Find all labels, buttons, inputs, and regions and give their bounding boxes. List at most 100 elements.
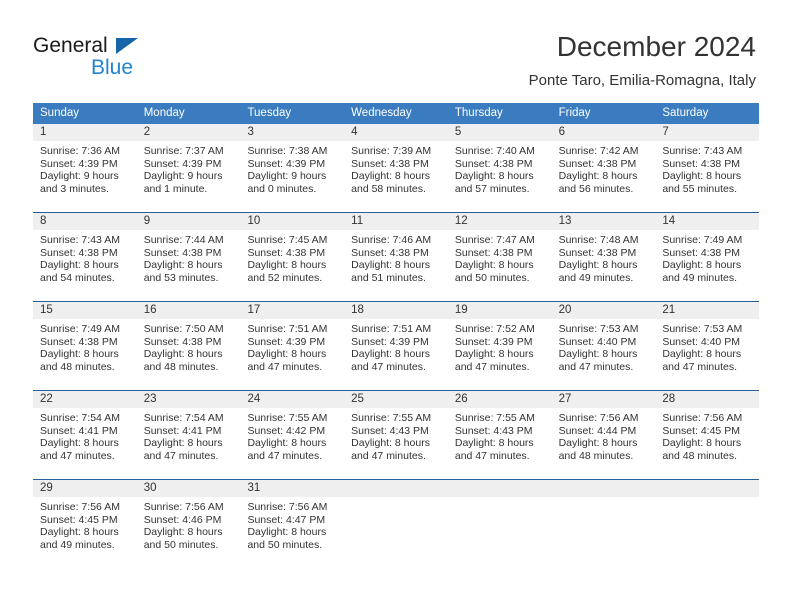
daylight-text-line2: and 47 minutes. xyxy=(558,360,634,373)
daylight-text-line2: and 47 minutes. xyxy=(247,360,323,373)
day-cell[interactable]: 23 Sunrise: 7:54 AM Sunset: 4:41 PM Dayl… xyxy=(136,391,241,474)
day-details xyxy=(448,497,552,563)
day-details: Sunrise: 7:44 AM Sunset: 4:38 PM Dayligh… xyxy=(137,230,241,296)
day-cell[interactable]: 16 Sunrise: 7:50 AM Sunset: 4:38 PM Dayl… xyxy=(136,302,241,385)
daylight-text-line2: and 47 minutes. xyxy=(351,360,426,373)
daylight-text-line1: Daylight: 8 hours xyxy=(247,437,327,450)
day-cell[interactable]: 31 Sunrise: 7:56 AM Sunset: 4:47 PM Dayl… xyxy=(240,480,345,563)
sunset-text: Sunset: 4:43 PM xyxy=(454,424,533,437)
daylight-text-line1: Daylight: 8 hours xyxy=(351,437,430,450)
day-number: 25 xyxy=(344,391,448,408)
daylight-text-line2: and 48 minutes. xyxy=(558,449,634,462)
day-cell[interactable]: 25 Sunrise: 7:55 AM Sunset: 4:43 PM Dayl… xyxy=(344,391,448,474)
day-cell[interactable]: 3 Sunrise: 7:38 AM Sunset: 4:39 PM Dayli… xyxy=(240,124,345,207)
day-cell[interactable]: 11 Sunrise: 7:46 AM Sunset: 4:38 PM Dayl… xyxy=(344,213,448,296)
day-cell[interactable]: 12 Sunrise: 7:47 AM Sunset: 4:38 PM Dayl… xyxy=(447,213,552,296)
sunrise-text: Sunrise: 7:40 AM xyxy=(454,145,535,157)
day-details xyxy=(655,497,759,563)
day-details: Sunrise: 7:39 AM Sunset: 4:38 PM Dayligh… xyxy=(344,141,448,207)
sunrise-text: Sunrise: 7:48 AM xyxy=(558,234,639,246)
day-cell[interactable]: 27 Sunrise: 7:56 AM Sunset: 4:44 PM Dayl… xyxy=(551,391,656,474)
sunset-text: Sunset: 4:38 PM xyxy=(662,246,740,259)
day-cell[interactable]: 7 Sunrise: 7:43 AM Sunset: 4:38 PM Dayli… xyxy=(655,124,760,207)
weekday-thursday: Thursday xyxy=(454,107,503,119)
day-cell[interactable]: 22 Sunrise: 7:54 AM Sunset: 4:41 PM Dayl… xyxy=(33,391,137,474)
day-number: 27 xyxy=(551,391,656,408)
day-cell[interactable]: 17 Sunrise: 7:51 AM Sunset: 4:39 PM Dayl… xyxy=(240,302,345,385)
sunrise-text: Sunrise: 7:49 AM xyxy=(662,234,743,246)
day-number: 3 xyxy=(240,124,345,141)
daylight-text-line2: and 57 minutes. xyxy=(454,182,530,195)
day-cell[interactable]: 28 Sunrise: 7:56 AM Sunset: 4:45 PM Dayl… xyxy=(655,391,760,474)
sunrise-text: Sunrise: 7:45 AM xyxy=(247,234,328,246)
daylight-text-line2: and 55 minutes. xyxy=(662,182,738,195)
day-number: 19 xyxy=(447,302,552,319)
day-number: 7 xyxy=(655,124,760,141)
day-number: 29 xyxy=(33,480,137,497)
day-cell-empty xyxy=(344,480,448,563)
daylight-text-line1: Daylight: 8 hours xyxy=(40,348,119,361)
day-cell[interactable]: 14 Sunrise: 7:49 AM Sunset: 4:38 PM Dayl… xyxy=(655,213,760,296)
day-cell[interactable]: 1 Sunrise: 7:36 AM Sunset: 4:39 PM Dayli… xyxy=(33,124,137,207)
sunrise-text: Sunrise: 7:54 AM xyxy=(143,412,224,424)
day-cell[interactable]: 19 Sunrise: 7:52 AM Sunset: 4:39 PM Dayl… xyxy=(447,302,552,385)
day-number: 8 xyxy=(33,213,137,230)
weekday-saturday: Saturday xyxy=(662,107,709,119)
day-cell[interactable]: 29 Sunrise: 7:56 AM Sunset: 4:45 PM Dayl… xyxy=(33,480,137,563)
day-cell[interactable]: 13 Sunrise: 7:48 AM Sunset: 4:38 PM Dayl… xyxy=(551,213,656,296)
sunrise-text: Sunrise: 7:43 AM xyxy=(662,145,743,157)
sunset-text: Sunset: 4:38 PM xyxy=(351,157,429,170)
day-number: 9 xyxy=(136,213,241,230)
weekday-header-row: Sunday Monday Tuesday Wednesday Thursday… xyxy=(33,103,759,124)
day-cell[interactable]: 24 Sunrise: 7:55 AM Sunset: 4:42 PM Dayl… xyxy=(240,391,345,474)
title-block: December 2024 Ponte Taro, Emilia-Romagna… xyxy=(529,30,756,92)
sunrise-text: Sunrise: 7:44 AM xyxy=(143,234,224,246)
daylight-text-line2: and 47 minutes. xyxy=(454,449,530,462)
sunrise-text: Sunrise: 7:49 AM xyxy=(40,323,120,335)
day-cell[interactable]: 4 Sunrise: 7:39 AM Sunset: 4:38 PM Dayli… xyxy=(344,124,448,207)
sunset-text: Sunset: 4:41 PM xyxy=(143,424,222,437)
daylight-text-line2: and 54 minutes. xyxy=(40,271,115,284)
daylight-text-line1: Daylight: 8 hours xyxy=(558,348,638,361)
day-cell[interactable]: 10 Sunrise: 7:45 AM Sunset: 4:38 PM Dayl… xyxy=(240,213,345,296)
day-cell[interactable]: 6 Sunrise: 7:42 AM Sunset: 4:38 PM Dayli… xyxy=(551,124,656,207)
day-cell[interactable]: 15 Sunrise: 7:49 AM Sunset: 4:38 PM Dayl… xyxy=(33,302,137,385)
sunrise-text: Sunrise: 7:53 AM xyxy=(558,323,639,335)
daylight-text-line1: Daylight: 8 hours xyxy=(40,526,119,539)
day-cell[interactable]: 18 Sunrise: 7:51 AM Sunset: 4:39 PM Dayl… xyxy=(344,302,448,385)
day-number xyxy=(447,480,552,497)
sunrise-text: Sunrise: 7:42 AM xyxy=(558,145,639,157)
day-details: Sunrise: 7:43 AM Sunset: 4:38 PM Dayligh… xyxy=(33,230,137,296)
day-cell[interactable]: 26 Sunrise: 7:55 AM Sunset: 4:43 PM Dayl… xyxy=(447,391,552,474)
day-cell[interactable]: 20 Sunrise: 7:53 AM Sunset: 4:40 PM Dayl… xyxy=(551,302,656,385)
blue-triangle-icon xyxy=(116,38,138,54)
logo-text-blue: Blue xyxy=(91,56,134,79)
day-cell[interactable]: 5 Sunrise: 7:40 AM Sunset: 4:38 PM Dayli… xyxy=(447,124,552,207)
day-details: Sunrise: 7:56 AM Sunset: 4:45 PM Dayligh… xyxy=(655,408,759,474)
sunrise-text: Sunrise: 7:56 AM xyxy=(247,501,328,513)
day-number xyxy=(551,480,656,497)
daylight-text-line2: and 47 minutes. xyxy=(351,449,426,462)
daylight-text-line2: and 47 minutes. xyxy=(454,360,530,373)
sunrise-text: Sunrise: 7:36 AM xyxy=(40,145,120,157)
day-cell[interactable]: 9 Sunrise: 7:44 AM Sunset: 4:38 PM Dayli… xyxy=(136,213,241,296)
day-cell[interactable]: 8 Sunrise: 7:43 AM Sunset: 4:38 PM Dayli… xyxy=(33,213,137,296)
weekday-tuesday: Tuesday xyxy=(247,107,292,119)
day-number: 28 xyxy=(655,391,760,408)
day-cell[interactable]: 2 Sunrise: 7:37 AM Sunset: 4:39 PM Dayli… xyxy=(136,124,241,207)
sunset-text: Sunset: 4:38 PM xyxy=(351,246,429,259)
generalblue-logo[interactable]: General Blue xyxy=(33,34,233,86)
day-details: Sunrise: 7:49 AM Sunset: 4:38 PM Dayligh… xyxy=(655,230,759,296)
day-cell[interactable]: 30 Sunrise: 7:56 AM Sunset: 4:46 PM Dayl… xyxy=(136,480,241,563)
sunrise-text: Sunrise: 7:47 AM xyxy=(454,234,535,246)
day-cell-empty xyxy=(655,480,760,563)
day-number: 16 xyxy=(136,302,241,319)
sunrise-text: Sunrise: 7:54 AM xyxy=(40,412,120,424)
day-cell[interactable]: 21 Sunrise: 7:53 AM Sunset: 4:40 PM Dayl… xyxy=(655,302,760,385)
sunset-text: Sunset: 4:40 PM xyxy=(662,335,740,348)
sunrise-text: Sunrise: 7:38 AM xyxy=(247,145,328,157)
sunset-text: Sunset: 4:38 PM xyxy=(143,335,222,348)
day-details: Sunrise: 7:54 AM Sunset: 4:41 PM Dayligh… xyxy=(33,408,137,474)
sunrise-text: Sunrise: 7:52 AM xyxy=(454,323,535,335)
day-details: Sunrise: 7:55 AM Sunset: 4:43 PM Dayligh… xyxy=(344,408,448,474)
